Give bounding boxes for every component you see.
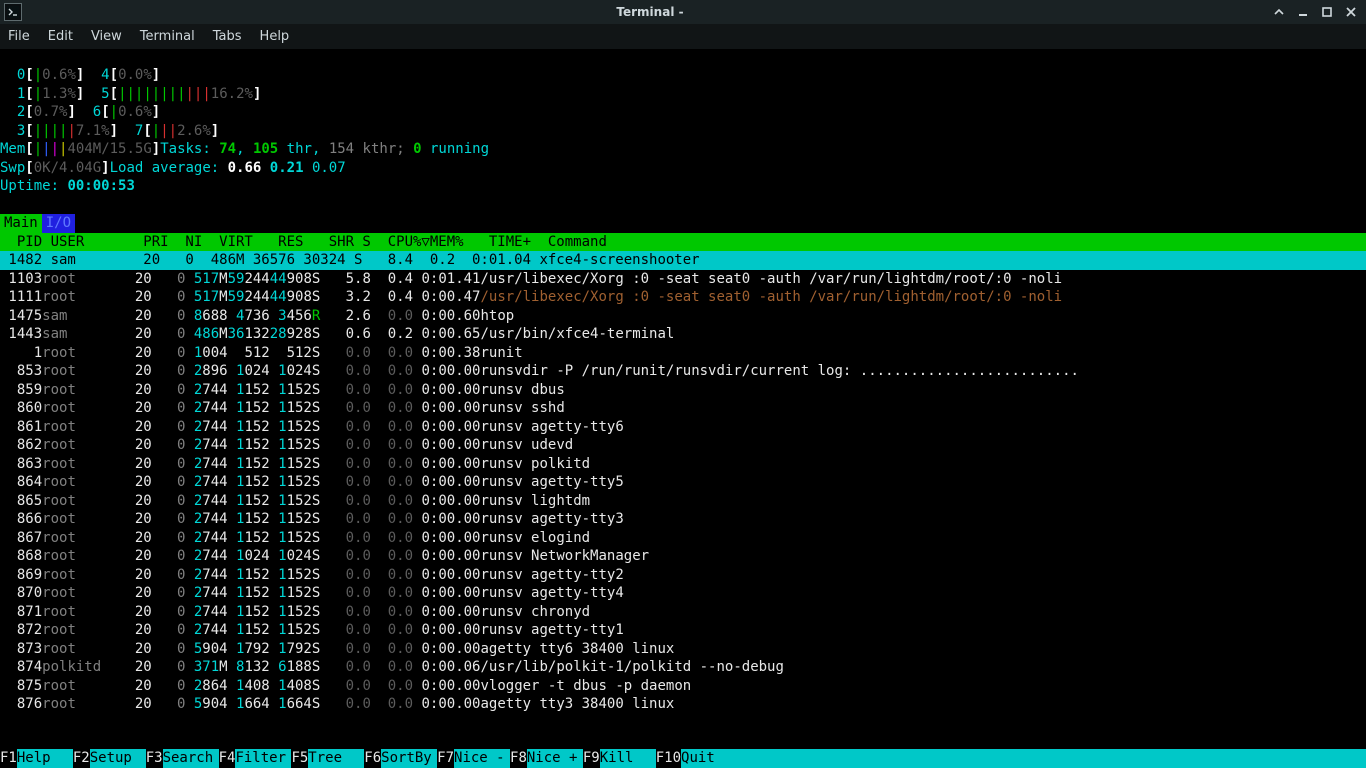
fnkey-f8-label[interactable]: Nice + [527,749,583,768]
htop-tab-io[interactable]: I/O [42,214,75,233]
htop-tab-main[interactable]: Main [0,214,42,233]
process-row[interactable]: 871 root 20 0 2744 1152 1152 S 0.0 0.0 0… [0,603,1366,622]
terminal-output[interactable]: 0[| 0.6%] 4[ 0.0%] 1[| [0,50,1366,714]
fnkey-f6-label[interactable]: SortBy [381,749,437,768]
process-row[interactable]: 860 root 20 0 2744 1152 1152 S 0.0 0.0 0… [0,399,1366,418]
window-close-icon[interactable] [1344,5,1358,19]
process-row[interactable]: 1103 root 20 0 517M 59244 44908 S 5.8 0.… [0,270,1366,289]
fnkey-f7-label[interactable]: Nice - [454,749,510,768]
fnkey-f2[interactable]: F2 [73,749,90,768]
fnkey-f4[interactable]: F4 [219,749,236,768]
window-title: Terminal - [28,5,1272,19]
process-row[interactable]: 1111 root 20 0 517M 59244 44908 S 3.2 0.… [0,288,1366,307]
process-row[interactable]: 1443 sam 20 0 486M 36132 28928 S 0.6 0.2… [0,325,1366,344]
process-row[interactable]: 861 root 20 0 2744 1152 1152 S 0.0 0.0 0… [0,418,1366,437]
process-row[interactable]: 1475 sam 20 0 8688 4736 3456 R 2.6 0.0 0… [0,307,1366,326]
fnkey-f5-label[interactable]: Tree [308,749,364,768]
process-row[interactable]: 867 root 20 0 2744 1152 1152 S 0.0 0.0 0… [0,529,1366,548]
menubar: File Edit View Terminal Tabs Help [0,24,1366,50]
process-row[interactable]: 873 root 20 0 5904 1792 1792 S 0.0 0.0 0… [0,640,1366,659]
fnkey-f9-label[interactable]: Kill [600,749,656,768]
process-row[interactable]: 862 root 20 0 2744 1152 1152 S 0.0 0.0 0… [0,436,1366,455]
fnkey-f1-label[interactable]: Help [17,749,73,768]
fnkey-f4-label[interactable]: Filter [235,749,291,768]
process-row-selected[interactable]: 1482 sam 20 0 486M 36576 30324 S 8.4 0.2… [0,251,1366,270]
menu-edit[interactable]: Edit [48,29,73,44]
fnkey-f9[interactable]: F9 [583,749,600,768]
process-table-header[interactable]: PID USER PRI NI VIRT RES SHR S CPU%▽MEM%… [0,233,1366,252]
fnkey-f5[interactable]: F5 [291,749,308,768]
htop-fnkey-bar: F1Help F2Setup F3SearchF4FilterF5Tree F6… [0,749,1366,768]
window-minimize-icon[interactable] [1296,5,1310,19]
process-row[interactable]: 874 polkitd 20 0 371M 8132 6188 S 0.0 0.… [0,658,1366,677]
menu-tabs[interactable]: Tabs [213,29,242,44]
process-row[interactable]: 876 root 20 0 5904 1664 1664 S 0.0 0.0 0… [0,695,1366,714]
process-row[interactable]: 872 root 20 0 2744 1152 1152 S 0.0 0.0 0… [0,621,1366,640]
fnkey-f7[interactable]: F7 [437,749,454,768]
window-roll-up-icon[interactable] [1272,5,1286,19]
window-titlebar: Terminal - [0,0,1366,24]
process-row[interactable]: 869 root 20 0 2744 1152 1152 S 0.0 0.0 0… [0,566,1366,585]
process-row[interactable]: 859 root 20 0 2744 1152 1152 S 0.0 0.0 0… [0,381,1366,400]
process-row[interactable]: 875 root 20 0 2864 1408 1408 S 0.0 0.0 0… [0,677,1366,696]
process-row[interactable]: 865 root 20 0 2744 1152 1152 S 0.0 0.0 0… [0,492,1366,511]
fnkey-f8[interactable]: F8 [510,749,527,768]
fnkey-f6[interactable]: F6 [364,749,381,768]
fnkey-f3-label[interactable]: Search [163,749,219,768]
fnkey-f2-label[interactable]: Setup [90,749,146,768]
process-row[interactable]: 866 root 20 0 2744 1152 1152 S 0.0 0.0 0… [0,510,1366,529]
fnkey-f3[interactable]: F3 [146,749,163,768]
process-row[interactable]: 868 root 20 0 2744 1024 1024 S 0.0 0.0 0… [0,547,1366,566]
menu-view[interactable]: View [91,29,122,44]
menu-file[interactable]: File [8,29,30,44]
fnkey-f10[interactable]: F10 [656,749,681,768]
process-row[interactable]: 870 root 20 0 2744 1152 1152 S 0.0 0.0 0… [0,584,1366,603]
process-row[interactable]: 864 root 20 0 2744 1152 1152 S 0.0 0.0 0… [0,473,1366,492]
menu-help[interactable]: Help [260,29,290,44]
window-maximize-icon[interactable] [1320,5,1334,19]
process-row[interactable]: 853 root 20 0 2896 1024 1024 S 0.0 0.0 0… [0,362,1366,381]
process-row[interactable]: 863 root 20 0 2744 1152 1152 S 0.0 0.0 0… [0,455,1366,474]
process-row[interactable]: 1 root 20 0 1004 512 512 S 0.0 0.0 0:00.… [0,344,1366,363]
menu-terminal[interactable]: Terminal [140,29,195,44]
terminal-app-icon [4,3,22,21]
fnkey-f10-label[interactable]: Quit [681,749,737,768]
fnkey-f1[interactable]: F1 [0,749,17,768]
